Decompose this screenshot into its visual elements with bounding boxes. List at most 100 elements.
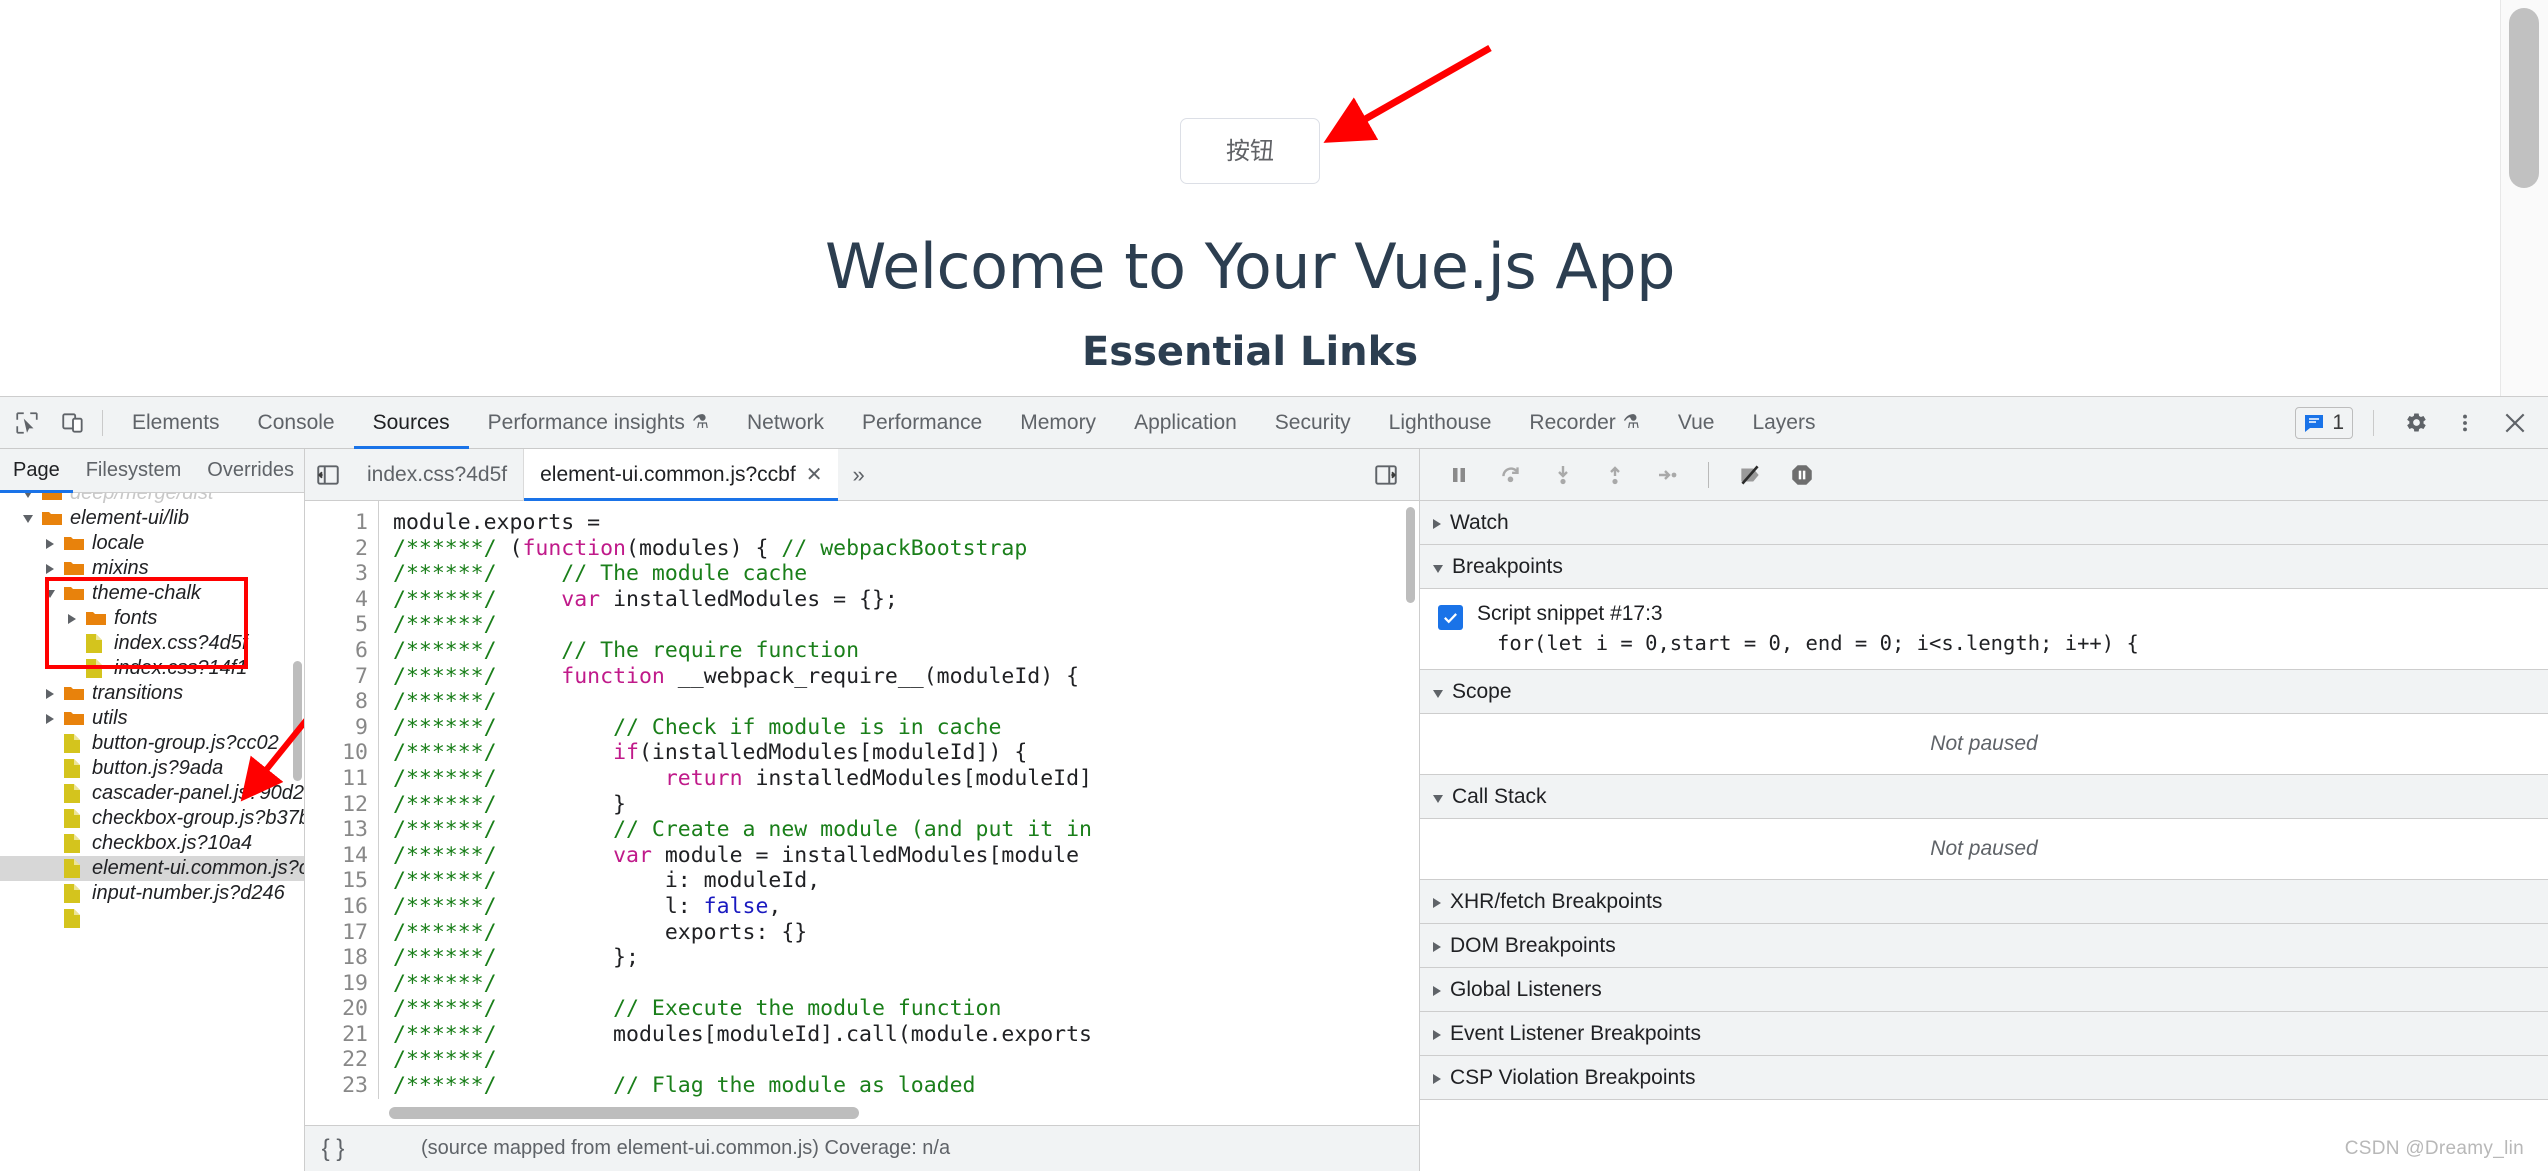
code-line[interactable]: /******/ (function(modules) { // webpack…	[393, 536, 1092, 562]
code-line[interactable]: /******/ return installedModules[moduleI…	[393, 766, 1092, 792]
chevron-right-icon[interactable]	[64, 614, 80, 624]
chevron-down-icon[interactable]	[42, 590, 58, 598]
page-action-button[interactable]: 按钮	[1180, 118, 1320, 184]
nav-tab-page[interactable]: Page	[0, 449, 73, 493]
step-out-icon[interactable]	[1592, 455, 1638, 495]
pause-on-exceptions-icon[interactable]	[1779, 455, 1825, 495]
close-icon[interactable]	[2496, 404, 2534, 442]
section-header-breakpoints[interactable]: Breakpoints	[1420, 545, 2548, 589]
line-number[interactable]: 21	[305, 1022, 368, 1048]
line-number[interactable]: 6	[305, 638, 368, 664]
line-number[interactable]: 2	[305, 536, 368, 562]
tab-layers[interactable]: Layers	[1733, 397, 1834, 449]
chevron-down-icon[interactable]	[20, 515, 36, 523]
step-icon[interactable]	[1644, 455, 1690, 495]
page-scrollbar-thumb[interactable]	[2509, 8, 2539, 188]
tab-console[interactable]: Console	[239, 397, 354, 449]
section-header-scope[interactable]: Scope	[1420, 670, 2548, 714]
line-number[interactable]: 13	[305, 817, 368, 843]
chevron-right-icon[interactable]	[42, 689, 58, 699]
file-tree-scrollbar-thumb[interactable]	[293, 661, 302, 781]
tree-item-folder[interactable]: fonts	[0, 606, 304, 631]
page-vertical-scrollbar[interactable]	[2500, 0, 2548, 396]
line-number[interactable]: 16	[305, 894, 368, 920]
tree-item-file[interactable]: cascader-panel.js?90d2	[0, 781, 304, 806]
more-vertical-icon[interactable]	[2446, 404, 2484, 442]
code-line[interactable]: /******/ // The require function	[393, 638, 1092, 664]
code-line[interactable]: /******/ // The module cache	[393, 561, 1092, 587]
close-icon[interactable]: ✕	[806, 462, 823, 487]
tree-item-file-selected[interactable]: element-ui.common.js?ccbf	[0, 856, 304, 881]
code-line[interactable]: /******/	[393, 971, 1092, 997]
gear-icon[interactable]	[2396, 404, 2434, 442]
chevron-down-icon[interactable]	[20, 493, 36, 498]
editor-tab-element-ui-common-js[interactable]: element-ui.common.js?ccbf ✕	[523, 449, 838, 501]
code-line[interactable]: /******/ modules[moduleId].call(module.e…	[393, 1022, 1092, 1048]
step-into-icon[interactable]	[1540, 455, 1586, 495]
code-line[interactable]: module.exports =	[393, 510, 1092, 536]
tab-application[interactable]: Application	[1115, 397, 1256, 449]
code-line[interactable]: /******/ var module = installedModules[m…	[393, 843, 1092, 869]
code-line[interactable]: /******/ }	[393, 792, 1092, 818]
nav-tab-overrides[interactable]: Overrides	[194, 449, 307, 493]
tree-item-folder[interactable]: mixins	[0, 556, 304, 581]
tree-item-file[interactable]: index.css?14f1	[0, 656, 304, 681]
tree-item-folder[interactable]: deep/merge/dist	[0, 493, 304, 506]
chevron-right-icon[interactable]	[42, 564, 58, 574]
breakpoint-item[interactable]: Script snippet #17:3 for(let i = 0,start…	[1420, 589, 2548, 669]
tab-recorder[interactable]: Recorder ⚗	[1510, 397, 1658, 449]
tree-item-file[interactable]: button-group.js?cc02	[0, 731, 304, 756]
code-line[interactable]: /******/	[393, 612, 1092, 638]
line-number[interactable]: 22	[305, 1047, 368, 1073]
section-header-watch[interactable]: Watch	[1420, 501, 2548, 545]
code-line[interactable]: /******/ exports: {}	[393, 920, 1092, 946]
line-number-gutter[interactable]: 1234567891011121314151617181920212223	[305, 501, 379, 1099]
line-number[interactable]: 18	[305, 945, 368, 971]
tree-item-folder[interactable]: theme-chalk	[0, 581, 304, 606]
inspect-cursor-icon[interactable]	[8, 404, 46, 442]
breakpoint-checkbox[interactable]	[1438, 605, 1463, 630]
line-number[interactable]: 15	[305, 868, 368, 894]
code-line[interactable]: /******/ // Check if module is in cache	[393, 715, 1092, 741]
code-horizontal-scrollbar-thumb[interactable]	[389, 1107, 859, 1119]
chevron-right-icon[interactable]	[42, 714, 58, 724]
tree-item-folder[interactable]: element-ui/lib	[0, 506, 304, 531]
code-line[interactable]: /******/ if(installedModules[moduleId]) …	[393, 740, 1092, 766]
line-number[interactable]: 17	[305, 920, 368, 946]
device-toolbar-icon[interactable]	[54, 404, 92, 442]
line-number[interactable]: 11	[305, 766, 368, 792]
section-header-call-stack[interactable]: Call Stack	[1420, 775, 2548, 819]
section-header-event-listener-breakpoints[interactable]: Event Listener Breakpoints	[1420, 1012, 2548, 1056]
line-number[interactable]: 4	[305, 587, 368, 613]
code-line[interactable]: /******/ // Flag the module as loaded	[393, 1073, 1092, 1099]
tree-item-file[interactable]: button.js?9ada	[0, 756, 304, 781]
code-line[interactable]: /******/ i: moduleId,	[393, 868, 1092, 894]
tab-elements[interactable]: Elements	[113, 397, 239, 449]
line-number[interactable]: 19	[305, 971, 368, 997]
deactivate-breakpoints-icon[interactable]	[1727, 455, 1773, 495]
tree-item-file[interactable]	[0, 906, 304, 931]
code-line[interactable]: /******/ // Create a new module (and put…	[393, 817, 1092, 843]
section-header-xhr-fetch-breakpoints[interactable]: XHR/fetch Breakpoints	[1420, 880, 2548, 924]
line-number[interactable]: 1	[305, 510, 368, 536]
tree-item-folder[interactable]: transitions	[0, 681, 304, 706]
section-header-global-listeners[interactable]: Global Listeners	[1420, 968, 2548, 1012]
tab-performance-insights[interactable]: Performance insights ⚗	[469, 397, 728, 449]
step-over-icon[interactable]	[1488, 455, 1534, 495]
line-number[interactable]: 12	[305, 792, 368, 818]
code-line[interactable]: /******/ l: false,	[393, 894, 1092, 920]
code-line[interactable]: /******/ var installedModules = {};	[393, 587, 1092, 613]
tab-sources[interactable]: Sources	[354, 397, 469, 449]
line-number[interactable]: 23	[305, 1073, 368, 1099]
tree-item-file[interactable]: index.css?4d5f	[0, 631, 304, 656]
tree-item-file[interactable]: input-number.js?d246	[0, 881, 304, 906]
tab-memory[interactable]: Memory	[1001, 397, 1115, 449]
tree-item-file[interactable]: checkbox.js?10a4	[0, 831, 304, 856]
code-line[interactable]: /******/ };	[393, 945, 1092, 971]
tab-network[interactable]: Network	[728, 397, 843, 449]
line-number[interactable]: 9	[305, 715, 368, 741]
code-viewer[interactable]: 1234567891011121314151617181920212223 mo…	[305, 501, 1419, 1125]
line-number[interactable]: 14	[305, 843, 368, 869]
nav-tab-filesystem[interactable]: Filesystem	[73, 449, 195, 493]
editor-tab-index-css[interactable]: index.css?4d5f	[351, 449, 523, 501]
